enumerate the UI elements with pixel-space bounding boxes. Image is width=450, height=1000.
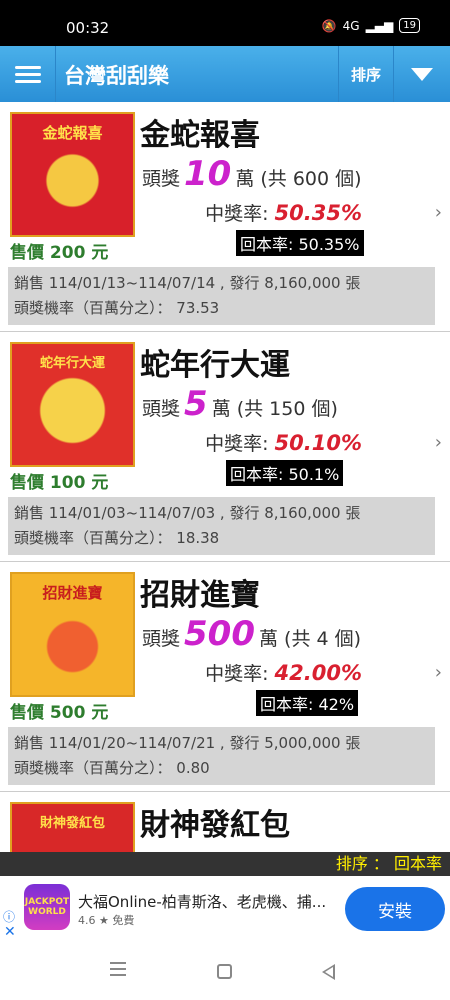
chevron-right-icon: › [434, 662, 442, 683]
chevron-right-icon: › [434, 432, 442, 453]
prize-amount: 500 [184, 614, 255, 654]
home-icon[interactable] [217, 964, 232, 979]
jackpot-prize: 頭獎 5 萬 (共 150 個) [142, 384, 338, 424]
sales-period: 銷售 114/01/03~114/07/03 , 發行 8,160,000 張 [14, 504, 361, 522]
ad-banner[interactable]: ⓘ ✕ JACKPOT WORLD 大福Online-柏青斯洛、老虎機、捕...… [0, 876, 450, 944]
return-rate-badge: 回本率: 42% [256, 690, 359, 716]
ticket-name: 蛇年行大運 [140, 348, 290, 383]
ticket-card[interactable]: 財神發紅包 財神發紅包 [0, 792, 450, 852]
ticket-price: 售價 200 元 [10, 243, 109, 263]
app-title: 台灣刮刮樂 [64, 64, 169, 88]
thumbnail-text: 金蛇報喜 [42, 124, 103, 142]
jackpot-prize: 頭獎 10 萬 (共 600 個) [142, 154, 362, 194]
win-rate: 中獎率: 50.10% [205, 429, 362, 456]
jackpot-odds: 頭獎機率（百萬分之）： 0.80 [14, 759, 210, 777]
ticket-thumbnail: 金蛇報喜 [10, 112, 135, 237]
win-rate: 中獎率: 42.00% [205, 659, 362, 686]
thumbnail-text: 蛇年行大運 [39, 356, 105, 371]
prize-prefix: 頭獎 [142, 628, 181, 650]
ticket-list[interactable]: 金蛇報喜 售價 200 元 金蛇報喜 頭獎 10 萬 (共 600 個) 中獎率: … [0, 102, 450, 852]
ticket-name: 財神發紅包 [140, 808, 290, 843]
prize-suffix: 萬 (共 4 個) [259, 628, 362, 650]
install-button[interactable]: 安裝 [345, 887, 445, 931]
win-rate: 中獎率: 50.35% [205, 199, 362, 226]
dropdown-button[interactable] [394, 46, 450, 102]
ticket-price: 售價 500 元 [10, 703, 109, 723]
close-icon[interactable]: ✕ [4, 924, 16, 940]
info-icon[interactable]: ⓘ [3, 908, 15, 925]
win-rate-value: 50.10% [274, 431, 362, 455]
win-rate-label: 中獎率: [205, 203, 269, 225]
prize-suffix: 萬 (共 150 個) [211, 398, 338, 420]
chevron-down-icon [411, 67, 433, 81]
menu-button[interactable] [0, 46, 56, 102]
ticket-info: 銷售 114/01/20~114/07/21 , 發行 5,000,000 張 … [8, 727, 435, 785]
ticket-thumbnail: 蛇年行大運 [10, 342, 135, 467]
prize-prefix: 頭獎 [142, 168, 181, 190]
battery-icon: 19 [399, 18, 420, 33]
back-icon[interactable] [322, 964, 335, 980]
return-rate-badge: 回本率: 50.1% [226, 460, 344, 486]
ticket-info: 銷售 114/01/13~114/07/14 , 發行 8,160,000 張 … [8, 267, 435, 325]
ticket-thumbnail: 財神發紅包 [10, 802, 135, 852]
ad-rating: 4.6 ★ 免費 [78, 914, 135, 927]
prize-prefix: 頭獎 [142, 398, 181, 420]
ticket-name: 招財進寶 [140, 578, 260, 613]
hamburger-icon [14, 62, 41, 87]
signal-icon: ▂▄▆ [365, 18, 394, 33]
jackpot-odds: 頭獎機率（百萬分之）： 73.53 [14, 299, 220, 317]
sales-period: 銷售 114/01/13~114/07/14 , 發行 8,160,000 張 [14, 274, 361, 292]
win-rate-label: 中獎率: [205, 433, 269, 455]
prize-amount: 10 [184, 154, 232, 194]
status-icons: 🔕 4G ▂▄▆ 19 [322, 18, 420, 33]
prize-suffix: 萬 (共 600 個) [235, 168, 362, 190]
sort-indicator: 排序 ： 回本率 [0, 852, 450, 876]
network-icon: 4G [342, 18, 360, 33]
win-rate-label: 中獎率: [205, 663, 269, 685]
ticket-thumbnail: 招財進寶 [10, 572, 135, 697]
prize-amount: 5 [184, 384, 208, 424]
ad-app-icon[interactable]: JACKPOT WORLD [24, 884, 70, 930]
status-time: 00:32 [66, 19, 110, 37]
jackpot-odds: 頭獎機率（百萬分之）： 18.38 [14, 529, 220, 547]
sales-period: 銷售 114/01/20~114/07/21 , 發行 5,000,000 張 [14, 734, 361, 752]
win-rate-value: 42.00% [274, 661, 362, 685]
thumbnail-text: 招財進寶 [42, 584, 103, 602]
app-bar: 台灣刮刮樂 排序 [0, 46, 450, 102]
ticket-info: 銷售 114/01/03~114/07/03 , 發行 8,160,000 張 … [8, 497, 435, 555]
ticket-name: 金蛇報喜 [140, 118, 260, 153]
ticket-card[interactable]: 蛇年行大運 售價 100 元 蛇年行大運 頭獎 5 萬 (共 150 個) 中獎率:… [0, 332, 450, 562]
chevron-right-icon: › [434, 202, 442, 223]
win-rate-value: 50.35% [274, 201, 362, 225]
sort-button[interactable]: 排序 [338, 46, 394, 102]
jackpot-prize: 頭獎 500 萬 (共 4 個) [142, 614, 361, 654]
mute-icon: 🔕 [321, 18, 337, 33]
recents-icon[interactable] [110, 962, 126, 976]
ticket-card[interactable]: 招財進寶 售價 500 元 招財進寶 頭獎 500 萬 (共 4 個) 中獎率: 4… [0, 562, 450, 792]
return-rate-badge: 回本率: 50.35% [236, 230, 364, 256]
thumbnail-text: 財神發紅包 [39, 816, 105, 831]
ticket-card[interactable]: 金蛇報喜 售價 200 元 金蛇報喜 頭獎 10 萬 (共 600 個) 中獎率: … [0, 102, 450, 332]
system-nav-bar [0, 944, 450, 1000]
status-bar: 00:32 🔕 4G ▂▄▆ 19 [0, 0, 450, 46]
ad-title[interactable]: 大福Online-柏青斯洛、老虎機、捕... [78, 891, 326, 912]
ticket-price: 售價 100 元 [10, 473, 109, 493]
